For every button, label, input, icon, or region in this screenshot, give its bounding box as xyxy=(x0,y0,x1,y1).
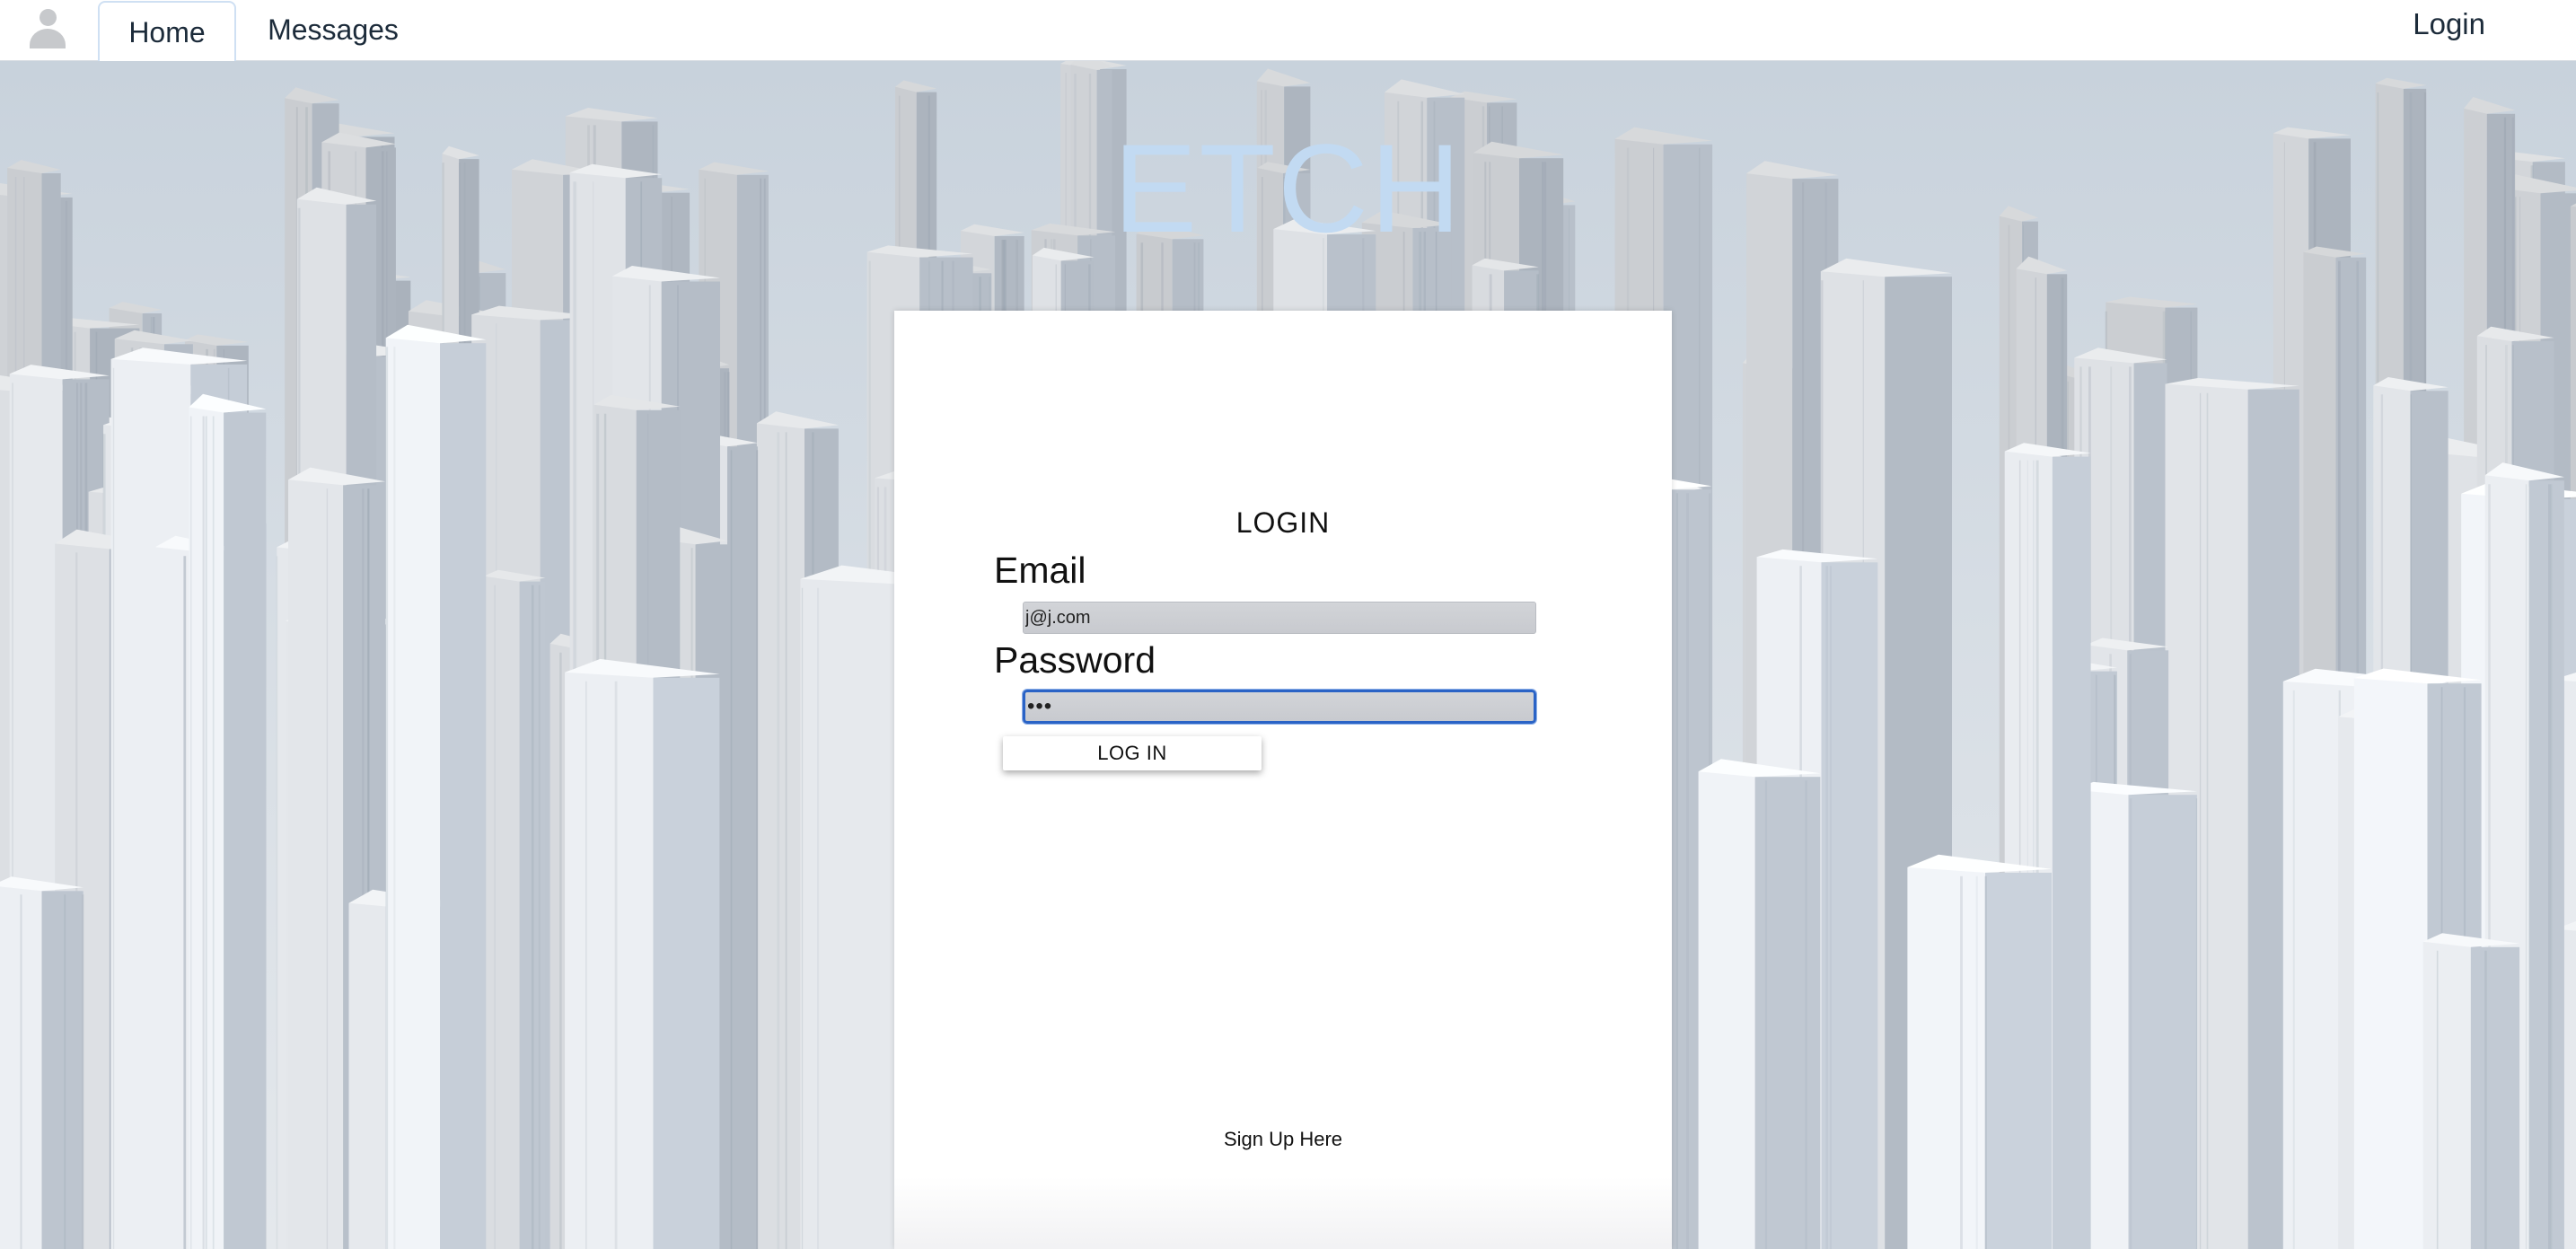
log-in-button[interactable]: LOG IN xyxy=(1003,736,1262,770)
login-card: LOGIN Email Password LOG IN Sign Up Here xyxy=(894,311,1672,1249)
avatar-shoulders xyxy=(30,29,66,48)
ice-column-face xyxy=(756,423,804,1249)
password-label: Password xyxy=(994,639,1156,681)
ice-column-shadow xyxy=(653,677,720,1249)
ice-column-shadow xyxy=(440,343,487,1249)
ice-column-shadow xyxy=(2128,795,2197,1249)
top-navbar: Home Messages Login xyxy=(0,0,2576,61)
ice-column-face xyxy=(288,479,344,1249)
ice-column-shadow xyxy=(2470,946,2520,1249)
tab-messages[interactable]: Messages xyxy=(254,0,412,59)
login-title: LOGIN xyxy=(1235,506,1331,539)
email-label: Email xyxy=(994,550,1086,591)
ice-column-face xyxy=(2353,678,2428,1249)
ice-column-shadow xyxy=(41,891,84,1249)
sign-up-link[interactable]: Sign Up Here xyxy=(894,1128,1672,1151)
card-bottom-fade xyxy=(894,1177,1672,1249)
ice-column-shadow xyxy=(2528,480,2564,1249)
email-field[interactable] xyxy=(1023,602,1536,634)
ice-column-shadow xyxy=(224,412,267,1249)
nav-login-link[interactable]: Login xyxy=(2413,0,2485,48)
ice-column-face xyxy=(1698,771,1755,1249)
ice-column-shadow xyxy=(1754,777,1821,1249)
tab-home[interactable]: Home xyxy=(98,1,236,61)
ice-column-shadow xyxy=(1985,872,2052,1249)
ice-column-shadow xyxy=(1821,562,1878,1249)
ice-column-face xyxy=(1907,866,1986,1249)
ice-column-face xyxy=(565,672,654,1249)
brand-title: ETCH xyxy=(1112,118,1464,259)
ice-column-face xyxy=(2422,941,2471,1249)
ice-column-shadow xyxy=(2052,456,2091,1249)
ice-column-face xyxy=(483,576,520,1249)
password-field[interactable] xyxy=(1023,690,1536,724)
user-avatar-icon[interactable] xyxy=(30,9,66,48)
ice-column-face xyxy=(800,578,904,1249)
avatar-head xyxy=(40,9,57,26)
